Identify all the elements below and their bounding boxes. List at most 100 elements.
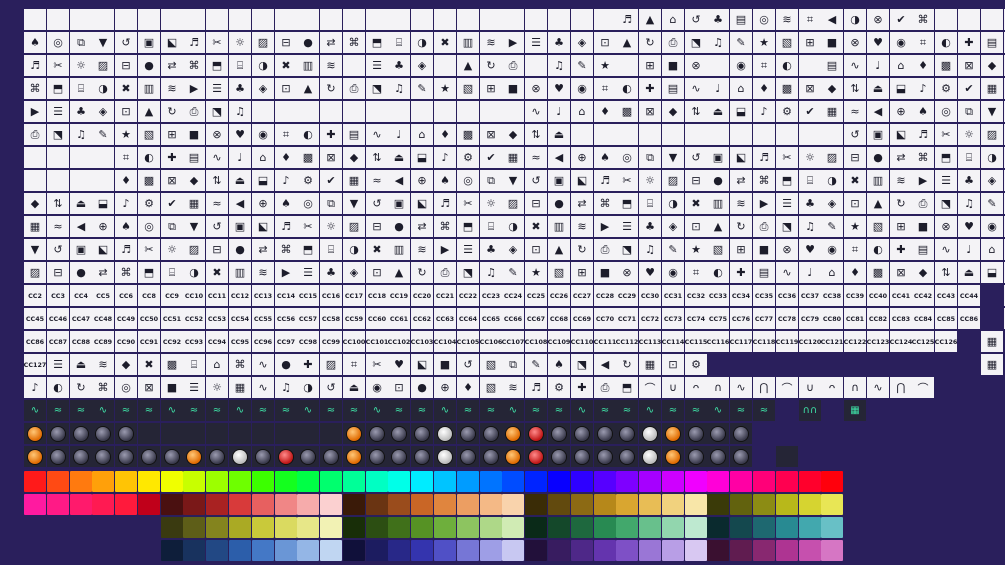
color-swatch bbox=[821, 540, 843, 561]
scissors-icon: ✂ bbox=[457, 193, 479, 214]
color-swatch bbox=[457, 540, 479, 561]
layout-icon: ⌸ bbox=[799, 170, 821, 191]
color-swatch bbox=[70, 471, 92, 492]
sun-icon: ☼ bbox=[799, 147, 821, 168]
square-icon: ⬓ bbox=[411, 147, 433, 168]
target-icon: ◎ bbox=[935, 101, 957, 122]
window-icon: ⧉ bbox=[958, 101, 980, 122]
square-icon: ⬕ bbox=[161, 32, 183, 53]
plugin-tile bbox=[275, 446, 297, 467]
play-icon: ▶ bbox=[502, 32, 524, 53]
grid-icon: ▥ bbox=[867, 170, 889, 191]
timing-label bbox=[366, 101, 388, 122]
plugin-label bbox=[297, 423, 319, 444]
add-icon: ⊕ bbox=[411, 170, 433, 191]
grid-icon: ▥ bbox=[138, 78, 160, 99]
color-swatch bbox=[434, 471, 456, 492]
cc-label: CC34 bbox=[730, 285, 752, 306]
cc-label: CC51 bbox=[161, 308, 183, 329]
grid-icon: ▥ bbox=[457, 32, 479, 53]
cc-label: CC52 bbox=[183, 308, 205, 329]
plugin-tile: ≈ bbox=[206, 400, 228, 421]
color-swatch bbox=[799, 517, 821, 538]
cc-label: CC66 bbox=[502, 308, 524, 329]
timing-label bbox=[275, 101, 297, 122]
diamond-icon: ◆ bbox=[662, 101, 684, 122]
club-icon: ♣ bbox=[639, 216, 661, 237]
half-circle-icon: ◑ bbox=[411, 32, 433, 53]
plugin-tile bbox=[70, 446, 92, 467]
cc-label: CC126 bbox=[935, 331, 957, 352]
wave-icon: ∿ bbox=[776, 262, 798, 283]
cc-label: CC86 bbox=[958, 308, 980, 329]
frame-label bbox=[47, 147, 69, 168]
target-icon: ◈ bbox=[981, 170, 1003, 191]
plugin-tile: ∿ bbox=[639, 400, 661, 421]
grid-icon: ⊡ bbox=[844, 193, 866, 214]
knob-icon bbox=[666, 426, 680, 441]
grid-icon: ⊞ bbox=[890, 216, 912, 237]
record-icon: ● bbox=[867, 147, 889, 168]
grid-icon: ▥ bbox=[229, 262, 251, 283]
cc-label: CC108 bbox=[525, 331, 547, 352]
tempo-label bbox=[320, 9, 342, 30]
back-icon: ◀ bbox=[594, 354, 616, 375]
color-swatch bbox=[115, 471, 137, 492]
plugin-tile: ∿ bbox=[24, 400, 46, 421]
plugin-tile: ∿ bbox=[571, 400, 593, 421]
wave-icon: ∿ bbox=[508, 405, 518, 416]
color-swatch bbox=[639, 540, 661, 561]
cc-label: CC21 bbox=[434, 285, 456, 306]
grid-icon: ▥ bbox=[548, 216, 570, 237]
grid-icon: ▨ bbox=[24, 262, 46, 283]
plugin-tile bbox=[366, 446, 388, 467]
color-swatch bbox=[616, 471, 638, 492]
tempo-label bbox=[161, 9, 183, 30]
wave-icon: ∿ bbox=[167, 405, 177, 416]
color-swatch bbox=[366, 517, 388, 538]
quarter-note-icon: ♩ bbox=[707, 78, 729, 99]
color-swatch bbox=[502, 471, 524, 492]
cc-label: CC113 bbox=[639, 331, 661, 352]
color-swatch bbox=[388, 540, 410, 561]
calculator-icon: ▦ bbox=[981, 354, 1003, 375]
scissors-icon: ✂ bbox=[366, 354, 388, 375]
grid-icon: ⊞ bbox=[639, 55, 661, 76]
cc-label: CC122 bbox=[844, 331, 866, 352]
color-swatch bbox=[366, 471, 388, 492]
print-icon: ⎙ bbox=[662, 32, 684, 53]
square-icon: ⬓ bbox=[730, 101, 752, 122]
wave-icon: ∿ bbox=[30, 405, 40, 416]
cc-label: CC87 bbox=[47, 331, 69, 352]
color-swatch bbox=[548, 540, 570, 561]
note-icon: ♪ bbox=[753, 101, 775, 122]
color-swatch bbox=[183, 494, 205, 515]
grid-icon: ⊞ bbox=[730, 239, 752, 260]
cc-label: CC74 bbox=[685, 308, 707, 329]
stop-icon: ■ bbox=[502, 78, 524, 99]
timing-label bbox=[388, 101, 410, 122]
plugin-tile bbox=[411, 446, 433, 467]
wave-icon: ∿ bbox=[844, 55, 866, 76]
knob-icon bbox=[506, 449, 520, 464]
cc-label: CC84 bbox=[912, 308, 934, 329]
record-icon: ● bbox=[275, 354, 297, 375]
target-icon: ◎ bbox=[297, 193, 319, 214]
grid-icon: ⊡ bbox=[594, 32, 616, 53]
cc-label: CC78 bbox=[776, 308, 798, 329]
pencil-icon: ✎ bbox=[981, 193, 1003, 214]
print-icon: ⎙ bbox=[594, 377, 616, 398]
check-icon: ✔ bbox=[320, 170, 342, 191]
square-icon: ⬒ bbox=[366, 32, 388, 53]
color-swatch bbox=[616, 494, 638, 515]
square-icon: ⬒ bbox=[138, 262, 160, 283]
plugin-tile bbox=[525, 423, 547, 444]
cc-label: CC67 bbox=[525, 308, 547, 329]
scissors-icon: ✂ bbox=[206, 32, 228, 53]
cc-label: CC12 bbox=[229, 285, 251, 306]
diamond-icon: ◆ bbox=[821, 78, 843, 99]
knob-icon bbox=[711, 426, 725, 441]
cc-label: CC24 bbox=[502, 285, 524, 306]
timing-label bbox=[457, 101, 479, 122]
cc-label: CC64 bbox=[457, 308, 479, 329]
